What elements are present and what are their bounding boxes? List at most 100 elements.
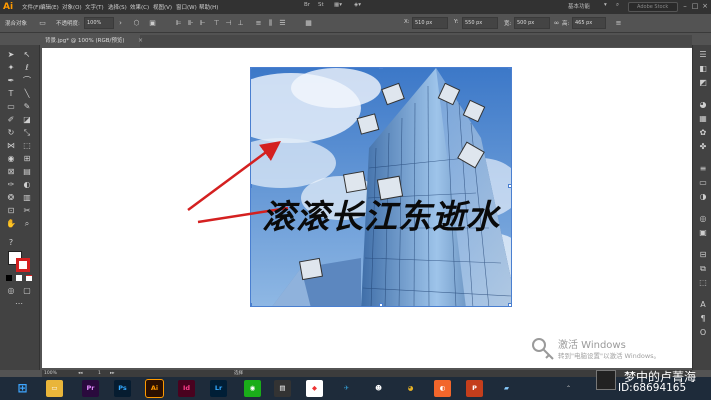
pen-tool-icon[interactable]: ✒ xyxy=(4,75,18,87)
rectangle-tool-icon[interactable]: ▭ xyxy=(4,101,18,113)
screen-mode-icon[interactable]: ▢ xyxy=(20,285,34,297)
tray-chevron-icon[interactable]: ⌃ xyxy=(566,385,571,392)
menu-window[interactable]: 窗口(W) xyxy=(176,3,197,11)
zoom-tool-icon[interactable]: ⌕ xyxy=(20,218,34,230)
zoom-level[interactable]: 100% xyxy=(44,370,57,377)
distribute-horizontal-icon[interactable]: ⫼ xyxy=(266,18,275,28)
app2-icon[interactable]: ✈ xyxy=(338,380,355,397)
generic-app-icon[interactable]: ▰ xyxy=(498,380,515,397)
menu-edit[interactable]: 编辑(E) xyxy=(40,3,59,11)
align-right-icon[interactable]: ⊩ xyxy=(198,18,207,28)
video-player-icon[interactable]: ▤ xyxy=(274,380,291,397)
maximize-icon[interactable]: □ xyxy=(690,1,700,12)
artboard-tool-icon[interactable]: ⊡ xyxy=(4,205,18,217)
menu-file[interactable]: 文件(F) xyxy=(22,3,40,11)
distribute-icon[interactable]: ≡ xyxy=(254,18,263,28)
panel-menu-icon[interactable]: ≡ xyxy=(614,18,623,28)
magic-wand-tool-icon[interactable]: ✦ xyxy=(4,62,18,74)
file-explorer-icon[interactable]: ▭ xyxy=(46,380,63,397)
gradient-panel-icon[interactable]: ▭ xyxy=(697,177,709,189)
curvature-tool-icon[interactable]: ⌒ xyxy=(20,75,34,87)
type-tool-icon[interactable]: T xyxy=(4,88,18,100)
windows-start-icon[interactable]: ⊞ xyxy=(14,380,31,397)
gpu-icon[interactable]: ◈▾ xyxy=(354,2,361,8)
indesign-icon[interactable]: Id xyxy=(178,380,195,397)
slice-tool-icon[interactable]: ✂ xyxy=(20,205,34,217)
lasso-tool-icon[interactable]: ℓ xyxy=(20,62,34,74)
more-tools-icon[interactable]: ⋯ xyxy=(12,298,26,310)
transform-panel-icon[interactable]: ⬚ xyxy=(697,277,709,289)
mesh-tool-icon[interactable]: ⊠ xyxy=(4,166,18,178)
menu-object[interactable]: 对象(O) xyxy=(62,3,82,11)
shaper-tool-icon[interactable]: ✐ xyxy=(4,114,18,126)
recolor-icon[interactable]: ⬡ xyxy=(132,18,141,28)
stroke-swatch[interactable] xyxy=(16,258,30,272)
gradient-tool-icon[interactable]: ▤ xyxy=(20,166,34,178)
symbols-icon[interactable]: ✤ xyxy=(697,141,709,153)
rotate-tool-icon[interactable]: ↻ xyxy=(4,127,18,139)
width-tool-icon[interactable]: ⋈ xyxy=(4,140,18,152)
blend-tool-icon[interactable]: ◐ xyxy=(20,179,34,191)
premiere-icon[interactable]: Pr xyxy=(82,380,99,397)
none-mode-icon[interactable] xyxy=(26,275,32,281)
properties-icon[interactable]: ☰ xyxy=(697,49,709,61)
stroke-icon[interactable]: ▭ xyxy=(38,18,47,28)
layers-icon[interactable]: ◧ xyxy=(697,63,709,75)
column-graph-tool-icon[interactable]: ▥ xyxy=(20,192,34,204)
document-tab[interactable]: 背景.jpg* @ 100% (RGB/预览) xyxy=(42,35,140,47)
brushes-icon[interactable]: ✿ xyxy=(697,127,709,139)
close-icon[interactable]: × xyxy=(700,1,710,12)
draw-mode-icon[interactable]: ◎ xyxy=(4,285,18,297)
stroke-panel-icon[interactable]: ≡ xyxy=(697,163,709,175)
stock-icon[interactable]: St xyxy=(318,2,324,8)
pathfinder-icon[interactable]: ⧉ xyxy=(697,263,709,275)
y-field[interactable]: 550 px xyxy=(462,17,498,29)
line-tool-icon[interactable]: ╲ xyxy=(20,88,34,100)
bridge-icon[interactable]: Br xyxy=(304,2,310,8)
photoshop-icon[interactable]: Ps xyxy=(114,380,131,397)
help-icon[interactable]: ? xyxy=(4,237,18,249)
menu-select[interactable]: 选择(S) xyxy=(108,3,127,11)
align-panel-icon[interactable]: ⊟ xyxy=(697,249,709,261)
align-bottom-icon[interactable]: ⊥ xyxy=(236,18,245,28)
opacity-field[interactable]: 100% xyxy=(84,17,114,29)
link-icon[interactable]: ∞ xyxy=(552,18,561,28)
prev-artboard-icon[interactable]: ◂◂ xyxy=(78,370,83,377)
perspective-grid-tool-icon[interactable]: ⊞ xyxy=(20,153,34,165)
eraser-tool-icon[interactable]: ◪ xyxy=(20,114,34,126)
media-icon[interactable]: ◐ xyxy=(434,380,451,397)
style-icon[interactable]: ▣ xyxy=(148,18,157,28)
color-mode-icon[interactable] xyxy=(6,275,12,281)
arrange-icon[interactable]: ▦▾ xyxy=(334,2,342,8)
search-icon[interactable]: ⌕ xyxy=(616,2,619,9)
opacity-chevron-icon[interactable]: › xyxy=(116,18,125,28)
tab-close-icon[interactable]: × xyxy=(138,36,146,46)
menu-type[interactable]: 文字(T) xyxy=(85,3,104,11)
app-icon[interactable]: ◆ xyxy=(306,380,323,397)
transform-icon[interactable]: ▦ xyxy=(304,18,313,28)
direct-selection-tool-icon[interactable]: ↖ xyxy=(20,49,34,61)
overlay-text[interactable]: 滚滚长江东逝水 xyxy=(262,190,500,238)
selection-tool-icon[interactable]: ➤ xyxy=(4,49,18,61)
align-top-icon[interactable]: ⊤ xyxy=(212,18,221,28)
wechat-icon[interactable]: ◉ xyxy=(244,380,261,397)
color-icon[interactable]: ◕ xyxy=(697,99,709,111)
x-field[interactable]: 510 px xyxy=(412,17,448,29)
height-field[interactable]: 465 px xyxy=(572,17,606,29)
menu-help[interactable]: 帮助(H) xyxy=(199,3,218,11)
scale-tool-icon[interactable]: ⤡ xyxy=(20,127,34,139)
character-icon[interactable]: A xyxy=(697,299,709,311)
menu-effect[interactable]: 效果(C) xyxy=(130,3,149,11)
align-center-icon[interactable]: ⊪ xyxy=(186,18,195,28)
next-artboard-icon[interactable]: ▸▸ xyxy=(110,370,115,377)
width-field[interactable]: 500 px xyxy=(514,17,550,29)
menu-view[interactable]: 视图(V) xyxy=(153,3,172,11)
graphic-styles-icon[interactable]: ▣ xyxy=(697,227,709,239)
libraries-icon[interactable]: ◩ xyxy=(697,77,709,89)
transparency-icon[interactable]: ◑ xyxy=(697,191,709,203)
free-transform-tool-icon[interactable]: ⬚ xyxy=(20,140,34,152)
align-left-icon[interactable]: ⊫ xyxy=(174,18,183,28)
workspace-chevron-icon[interactable]: ▾ xyxy=(604,2,607,8)
distribute-vertical-icon[interactable]: ☰ xyxy=(278,18,287,28)
workspace-switcher[interactable]: 基本功能 xyxy=(568,2,590,10)
